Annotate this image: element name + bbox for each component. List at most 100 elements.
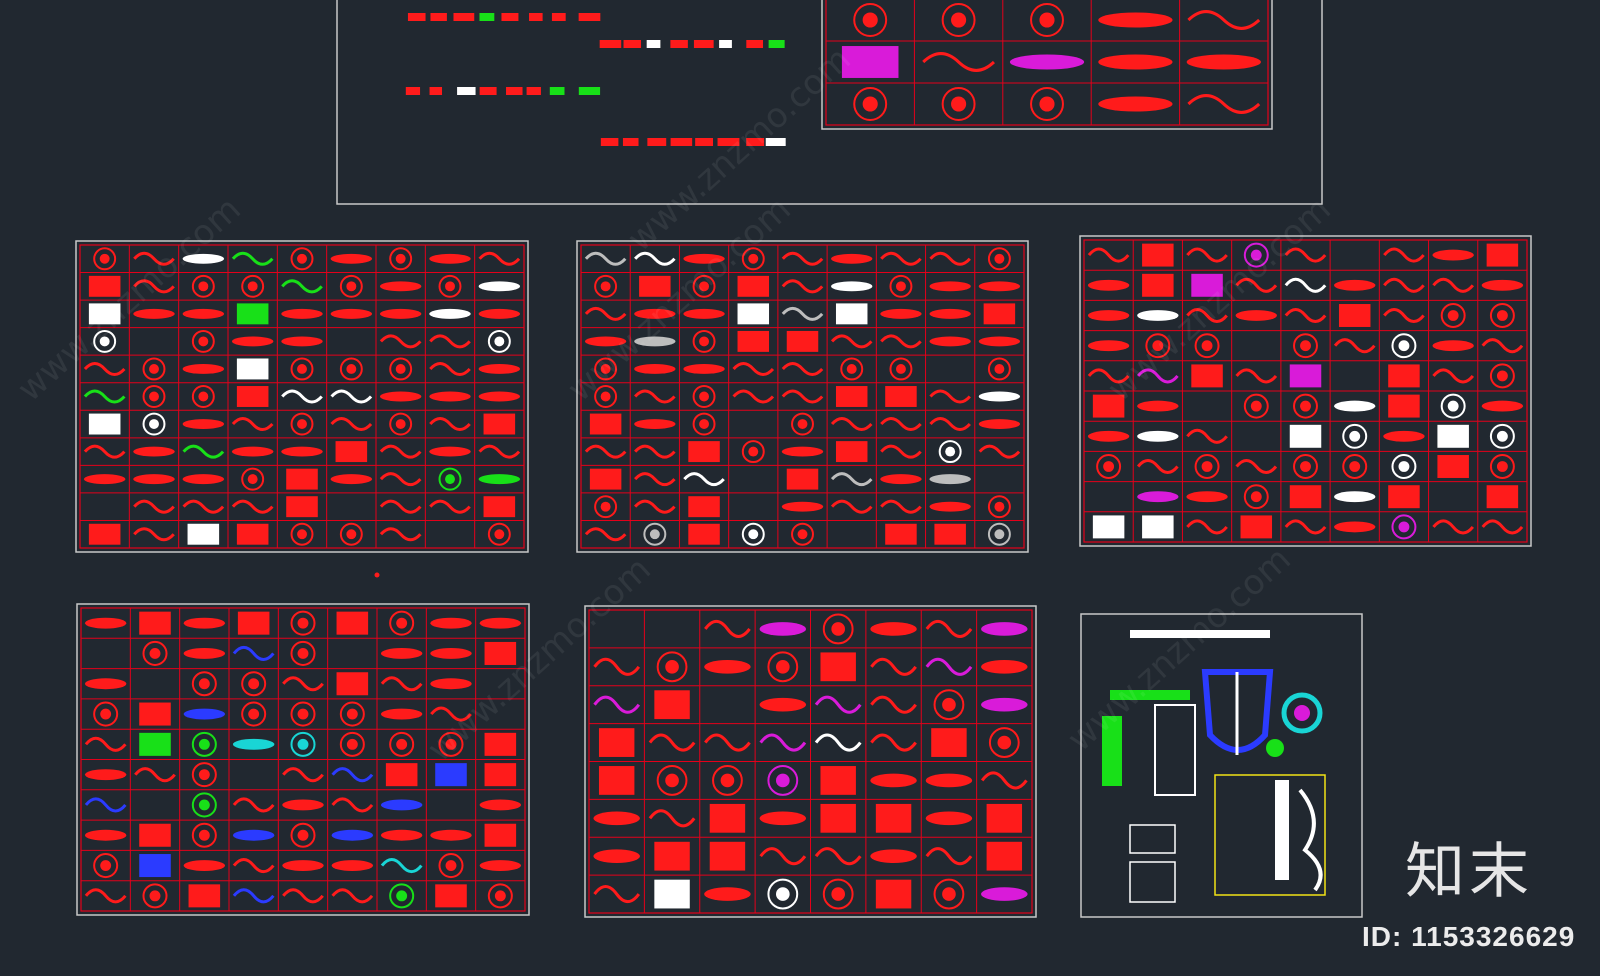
- sheet-5-ornament-scroll: [870, 657, 917, 676]
- sheet-2-ornament-frieze: [831, 281, 873, 292]
- sheet-top-ornament: [526, 87, 541, 95]
- sheet-2-ornament-scroll: [683, 472, 725, 487]
- sheet-5-ornament-panel: [709, 841, 746, 871]
- sheet-1-ornament-scroll: [379, 472, 422, 487]
- sheet-3-ornament-frieze: [1137, 400, 1179, 412]
- sheet-3-ornament-frieze: [1087, 310, 1130, 321]
- sheet-1-ornament-rosette: [247, 281, 258, 292]
- sheet-2-ornament-panel: [934, 523, 966, 545]
- sheet-3-ornament-scroll: [1432, 519, 1475, 535]
- sheet-2-ornament-frieze: [683, 308, 725, 319]
- sheet-4-ornament-scroll: [331, 797, 374, 813]
- sheet-3-ornament-panel: [1388, 364, 1420, 388]
- sheet-5-ornament-rosette: [665, 773, 679, 788]
- sheet-4-ornament-scroll: [84, 736, 127, 752]
- sheet-1-ornament-rosette: [149, 419, 159, 430]
- sheet-3-ornament-rosette: [1349, 461, 1361, 472]
- sheet-4-ornament-frieze: [380, 829, 423, 841]
- sheet-2-ornament-frieze: [634, 419, 676, 430]
- sheet-2-ornament-rosette: [600, 363, 611, 374]
- sheet-1-ornament-frieze: [478, 308, 521, 319]
- sheet-1-ornament-scroll: [330, 389, 373, 404]
- sheet-3-ornament-scroll: [1383, 307, 1425, 324]
- sheet-1-ornament-scroll: [379, 527, 422, 542]
- sheet-3-ornament-scroll: [1383, 247, 1425, 263]
- sheet-5-ornament-frieze: [981, 659, 1028, 674]
- sheet-3-ornament-panel: [1092, 394, 1125, 418]
- sheet-top-ornament: [479, 87, 497, 95]
- sheet-3-ornament-panel: [1142, 273, 1174, 297]
- sheet-3-ornament-scroll: [1383, 277, 1425, 293]
- sheet-4-ornament-rosette: [346, 708, 358, 720]
- sheet-3-ornament-rosette: [1103, 461, 1115, 472]
- sheet-4-ornament-rosette: [198, 769, 210, 781]
- sheet-2-ornament-rosette: [846, 363, 857, 374]
- sheet-5-ornament-frieze: [759, 811, 807, 826]
- sheet-3-ornament-scroll: [1186, 519, 1228, 535]
- sheet-4-ornament-frieze: [380, 799, 423, 811]
- sheet-5-ornament-rosette: [831, 622, 846, 636]
- sheet-4-ornament-scroll: [232, 797, 275, 813]
- sheet-1-ornament-panel: [187, 523, 220, 545]
- sheet-2-ornament-rosette: [945, 446, 956, 457]
- sheet-4-ornament-rosette: [149, 890, 161, 902]
- sheet-5-ornament-panel: [986, 803, 1023, 833]
- sheet-1-ornament-frieze: [281, 308, 323, 319]
- sheet-1-ornament-panel: [236, 303, 269, 325]
- sheet-2-ornament-scroll: [584, 527, 627, 542]
- sheet-2-ornament-rosette: [895, 363, 906, 374]
- sheet-4-ornament-rosette: [248, 678, 260, 690]
- sheet-2-ornament-scroll: [830, 334, 873, 349]
- sheet-1-ornament-scroll: [429, 334, 471, 349]
- sheet-5-ornament-scroll: [925, 847, 973, 866]
- sheet-3-ornament-panel: [1240, 515, 1273, 539]
- sheet-4-ornament-frieze: [183, 860, 226, 872]
- sheet-3-ornament-scroll: [1284, 247, 1327, 263]
- sheet-top-inset-ornament-rosette: [1039, 12, 1055, 28]
- sheet-4-ornament-frieze: [282, 799, 324, 811]
- sheet-1-ornament-panel: [88, 523, 121, 545]
- sheet-4-ornament-scroll: [430, 706, 472, 722]
- sheet-3-ornament-frieze: [1137, 430, 1179, 442]
- sheet-5-ornament-scroll: [704, 619, 751, 638]
- sheet-3-ornament-frieze: [1432, 340, 1474, 352]
- sheet-4-ornament-panel: [139, 702, 171, 726]
- sheet-5-ornament-scroll: [980, 771, 1028, 790]
- sheet-5-ornament-rosette: [775, 887, 790, 901]
- sheet-3-ornament-scroll: [1136, 368, 1179, 384]
- sheet-3-ornament-panel: [1191, 273, 1223, 297]
- sheet-2-ornament-rosette: [699, 419, 710, 430]
- sheet-3-ornament-panel: [1388, 394, 1420, 418]
- sheet-2-ornament-rosette: [994, 529, 1005, 540]
- sheet-2-ornament-scroll: [584, 306, 627, 321]
- sheet-1-ornament-frieze: [182, 419, 225, 430]
- sheet-6-panel: [1154, 704, 1196, 796]
- sheet-1-ornament-rosette: [346, 281, 357, 292]
- sheet-2-ornament-frieze: [978, 281, 1021, 292]
- sheet-2-ornament-panel: [639, 275, 671, 297]
- sheet-4-ornament-frieze: [183, 708, 226, 720]
- sheet-1-ornament-frieze: [133, 446, 175, 457]
- sheet-1-ornament-panel: [88, 303, 121, 325]
- sheet-1-ornament-frieze: [429, 308, 471, 319]
- sheet-2-ornament-scroll: [732, 389, 775, 404]
- sheet-1-ornament-scroll: [429, 499, 471, 514]
- sheet-1-ornament-frieze: [478, 281, 521, 292]
- sheet-top-ornament: [551, 13, 566, 21]
- sheet-2-ornament-panel: [786, 468, 819, 490]
- sheet-1-ornament-panel: [483, 496, 516, 518]
- sheet-top-inset-ornament-rosette: [1039, 96, 1055, 112]
- sheet-2-ornament-rosette: [895, 281, 906, 292]
- sheet-4-ornament-rosette: [445, 860, 457, 872]
- sheet-1-ornament-rosette: [247, 474, 258, 485]
- sheet-2-ornament-scroll: [634, 499, 676, 514]
- sheet-6-medallion-core: [1294, 705, 1310, 721]
- sheet-4-ornament-panel: [139, 823, 171, 847]
- sheet-2-ornament-scroll: [781, 361, 824, 376]
- sheet-4-ornament-scroll: [232, 645, 275, 661]
- sheet-3-ornament-rosette: [1398, 340, 1410, 352]
- sheet-2-ornament-scroll: [781, 306, 824, 321]
- sheet-1-ornament-rosette: [494, 529, 505, 540]
- sheet-2-ornament-frieze: [683, 253, 725, 264]
- sheet-3-ornament-scroll: [1432, 368, 1475, 384]
